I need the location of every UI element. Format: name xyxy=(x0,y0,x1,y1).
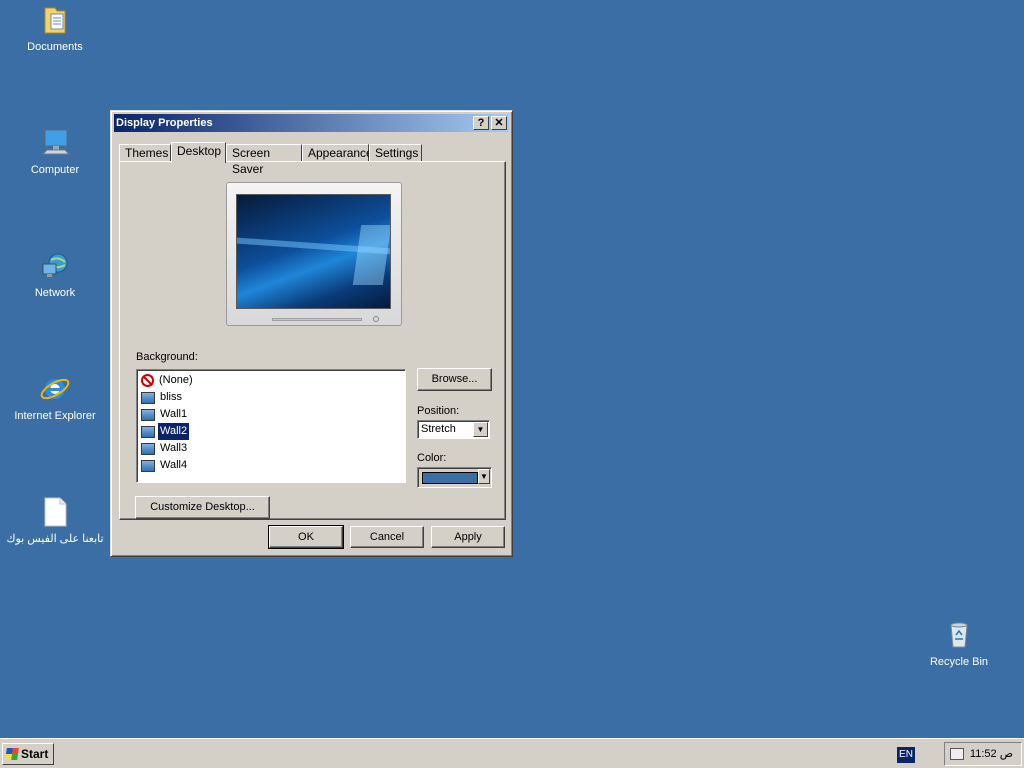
color-picker-button[interactable]: ▼ xyxy=(417,467,492,488)
display-properties-window[interactable]: Display Properties ? ✕ Themes Desktop Sc… xyxy=(110,110,513,557)
picture-icon xyxy=(141,391,155,404)
list-item[interactable]: (None) xyxy=(141,372,401,389)
desktop-icon-internet-explorer[interactable]: Internet Explorer xyxy=(5,373,105,423)
browse-button[interactable]: Browse... xyxy=(417,368,492,391)
list-item-label: Wall3 xyxy=(160,442,188,454)
language-indicator[interactable]: EN xyxy=(897,747,915,763)
list-item[interactable]: Wall3 xyxy=(141,440,401,457)
list-item[interactable]: Wall4 xyxy=(141,457,401,474)
help-button[interactable]: ? xyxy=(473,116,489,130)
ok-button[interactable]: OK xyxy=(268,525,344,549)
picture-icon xyxy=(141,425,155,438)
monitor-preview xyxy=(226,182,402,326)
list-item-label: Wall2 xyxy=(156,422,191,441)
tab-appearance[interactable]: Appearance xyxy=(302,144,373,162)
power-led-icon xyxy=(373,316,379,322)
tab-settings[interactable]: Settings xyxy=(369,144,422,162)
network-globe-icon xyxy=(39,250,71,282)
windows-logo-icon xyxy=(5,748,19,760)
tab-themes[interactable]: Themes xyxy=(119,144,171,162)
desktop-icon-facebook-doc[interactable]: تابعنا على الفيس بوك xyxy=(5,496,105,546)
window-titlebar[interactable]: Display Properties ? ✕ xyxy=(114,114,509,132)
close-button[interactable]: ✕ xyxy=(491,116,507,130)
list-item-label: Wall1 xyxy=(160,408,188,420)
wallpaper-preview xyxy=(236,194,391,309)
chevron-down-icon[interactable]: ▼ xyxy=(478,469,490,484)
computer-icon xyxy=(39,127,71,159)
list-item-label: (None) xyxy=(159,374,193,386)
none-icon xyxy=(141,374,154,387)
start-label: Start xyxy=(21,747,49,761)
cancel-button[interactable]: Cancel xyxy=(350,526,424,548)
list-item-label: Wall4 xyxy=(160,459,188,471)
desktop-icon-label: Recycle Bin xyxy=(929,656,989,668)
desktop-icon-computer[interactable]: Computer xyxy=(5,127,105,177)
list-item-label: bliss xyxy=(160,391,183,403)
start-button[interactable]: Start xyxy=(2,743,54,765)
position-label: Position: xyxy=(417,405,460,417)
system-tray: 11:52 ص xyxy=(944,742,1022,766)
desktop-icon-label: Documents xyxy=(27,41,83,53)
desktop-tab-panel: Background: (None) bliss Wall1 Wall2 Wal… xyxy=(119,161,506,520)
position-select[interactable]: Stretch ▼ xyxy=(417,420,490,439)
background-listbox[interactable]: (None) bliss Wall1 Wall2 Wall3 Wall4 xyxy=(136,369,406,483)
desktop-icon-label: تابعنا على الفيس بوك xyxy=(6,533,104,545)
chevron-down-icon[interactable]: ▼ xyxy=(473,422,488,437)
apply-button[interactable]: Apply xyxy=(431,526,505,548)
taskbar: Start EN 11:52 ص xyxy=(0,738,1024,768)
tab-desktop[interactable]: Desktop xyxy=(171,142,226,163)
picture-icon xyxy=(141,459,155,472)
desktop-icon-network[interactable]: Network xyxy=(5,250,105,300)
desktop-icon-label: Network xyxy=(34,287,76,299)
picture-icon xyxy=(141,442,155,455)
list-item[interactable]: bliss xyxy=(141,389,401,406)
list-item[interactable]: Wall2 xyxy=(141,422,401,441)
desktop-icon-documents[interactable]: Documents xyxy=(5,4,105,54)
desktop-icon-recycle-bin[interactable]: Recycle Bin xyxy=(909,619,1009,669)
color-swatch xyxy=(422,472,478,484)
background-label: Background: xyxy=(136,351,198,363)
window-title: Display Properties xyxy=(116,117,213,129)
text-document-icon xyxy=(39,496,71,528)
color-label: Color: xyxy=(417,452,447,464)
picture-icon xyxy=(141,408,155,421)
desktop-icon-label: Computer xyxy=(30,164,80,176)
clock[interactable]: 11:52 ص xyxy=(970,743,1013,765)
tab-screen-saver[interactable]: Screen Saver xyxy=(226,144,302,176)
network-status-icon[interactable] xyxy=(950,748,964,760)
recycle-bin-icon xyxy=(943,619,975,651)
internet-explorer-icon xyxy=(39,373,71,405)
position-value: Stretch xyxy=(421,423,456,435)
customize-desktop-button[interactable]: Customize Desktop... xyxy=(135,496,270,519)
list-item[interactable]: Wall1 xyxy=(141,406,401,423)
desktop-icon-label: Internet Explorer xyxy=(14,410,96,422)
folder-documents-icon xyxy=(39,4,71,36)
